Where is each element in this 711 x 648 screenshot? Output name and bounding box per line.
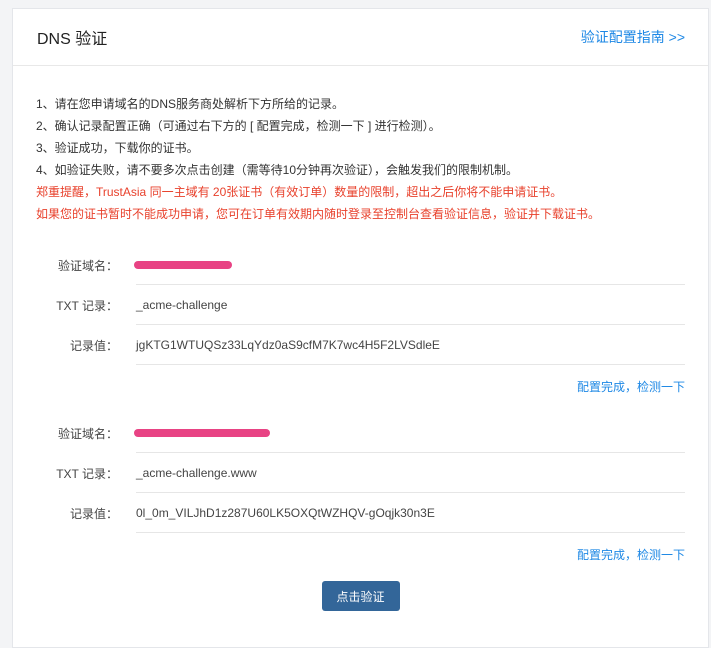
txt-value: _acme-challenge [136, 297, 228, 312]
record-value-cell: jgKTG1WTUQSz33LqYdz0aS9cfM7K7wc4H5F2LVSd… [136, 325, 685, 365]
check-link-row: 配置完成，检测一下 [13, 533, 708, 573]
instruction-step-1: 1、请在您申请域名的DNS服务商处解析下方所给的记录。 [36, 97, 345, 111]
txt-row: TXT 记录： _acme-challenge [13, 285, 708, 325]
dns-record-2: 验证域名： TXT 记录： _acme-challenge.www 记录值： 0… [13, 413, 708, 573]
record-value-row: 记录值： 0l_0m_VILJhD1z287U60LK5OXQtWZHQV-gO… [13, 493, 708, 533]
instruction-step-4: 4、如验证失败，请不要多次点击创建（需等待10分钟再次验证），会触发我们的限制机… [36, 163, 519, 177]
limit-warning: 郑重提醒，TrustAsia 同一主域有 20张证书（有效订单）数量的限制，超出… [36, 185, 563, 199]
dns-verification-card: DNS 验证 验证配置指南 >> 1、请在您申请域名的DNS服务商处解析下方所给… [12, 8, 709, 648]
txt-value-cell: _acme-challenge [136, 285, 685, 325]
console-notice: 如果您的证书暂时不能成功申请，您可在订单有效期内随时登录至控制台查看验证信息，验… [36, 207, 601, 221]
submit-area: 点击验证 [13, 581, 708, 611]
page-title: DNS 验证 [37, 31, 108, 48]
verification-guide-link[interactable]: 验证配置指南 >> [581, 27, 685, 47]
record-value-label: 记录值： [69, 338, 118, 353]
check-config-link[interactable]: 配置完成，检测一下 [577, 380, 685, 394]
record-value-row: 记录值： jgKTG1WTUQSz33LqYdz0aS9cfM7K7wc4H5F… [13, 325, 708, 365]
record-value: 0l_0m_VILJhD1z287U60LK5OXQtWZHQV-gOqjk30… [136, 505, 435, 520]
txt-value-cell: _acme-challenge.www [136, 453, 685, 493]
domain-value-cell [134, 245, 685, 285]
txt-value: _acme-challenge.www [136, 465, 257, 480]
domain-value-cell [134, 413, 685, 453]
domain-row: 验证域名： [13, 245, 708, 285]
verify-button[interactable]: 点击验证 [321, 581, 400, 611]
dns-record-1: 验证域名： TXT 记录： _acme-challenge 记录值： jgKTG… [13, 245, 708, 405]
domain-row: 验证域名： [13, 413, 708, 453]
instruction-step-2: 2、确认记录配置正确（可通过右下方的 [ 配置完成，检测一下 ] 进行检测）。 [36, 119, 441, 133]
record-value: jgKTG1WTUQSz33LqYdz0aS9cfM7K7wc4H5F2LVSd… [136, 337, 440, 352]
txt-label: TXT 记录： [56, 466, 118, 481]
txt-row: TXT 记录： _acme-challenge.www [13, 453, 708, 493]
instructions-list: 1、请在您申请域名的DNS服务商处解析下方所给的记录。 2、确认记录配置正确（可… [13, 66, 708, 225]
redaction-mark [134, 260, 232, 269]
domain-label: 验证域名： [57, 258, 118, 273]
txt-label: TXT 记录： [56, 298, 118, 313]
domain-label: 验证域名： [57, 426, 118, 441]
record-value-label: 记录值： [69, 506, 118, 521]
record-value-cell: 0l_0m_VILJhD1z287U60LK5OXQtWZHQV-gOqjk30… [136, 493, 685, 533]
instruction-step-3: 3、验证成功，下载你的证书。 [36, 141, 199, 155]
check-link-row: 配置完成，检测一下 [13, 365, 708, 405]
check-config-link[interactable]: 配置完成，检测一下 [577, 548, 685, 562]
redaction-mark [134, 428, 270, 437]
card-header: DNS 验证 验证配置指南 >> [13, 9, 708, 66]
